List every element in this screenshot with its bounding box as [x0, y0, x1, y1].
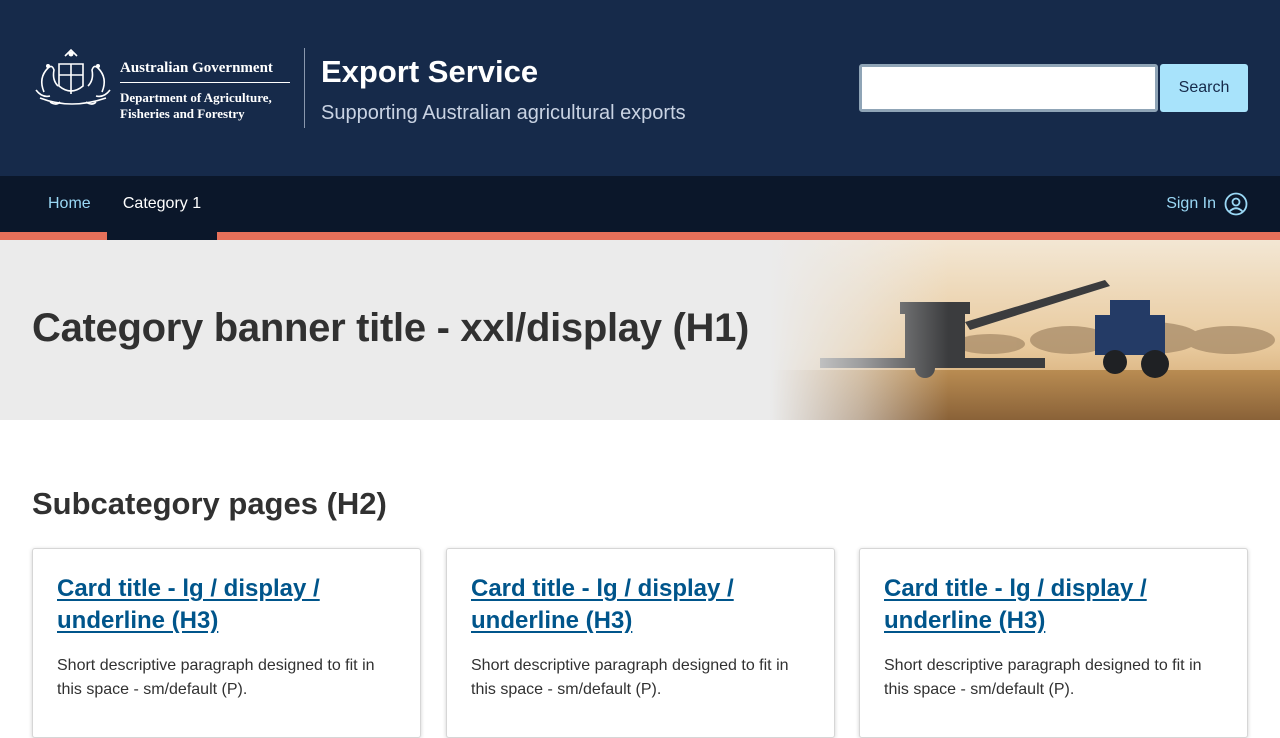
subcategory-card[interactable]: Card title - lg / display / underline (H…	[859, 548, 1248, 738]
category-banner: Category banner title - xxl/display (H1)	[0, 240, 1280, 420]
search-input[interactable]	[859, 64, 1158, 112]
site-header: Australian Government Department of Agri…	[0, 0, 1280, 176]
government-branding[interactable]: Australian Government Department of Agri…	[120, 60, 290, 122]
department-name: Department of Agriculture, Fisheries and…	[120, 90, 290, 122]
user-circle-icon	[1224, 192, 1248, 216]
nav-item-category-1[interactable]: Category 1	[107, 176, 217, 240]
banner-title: Category banner title - xxl/display (H1)	[32, 306, 750, 350]
harvester-banner-image	[770, 240, 1280, 420]
service-subtitle: Supporting Australian agricultural expor…	[321, 102, 686, 124]
card-description: Short descriptive paragraph designed to …	[471, 657, 789, 698]
coat-of-arms-icon	[35, 48, 111, 105]
department-line-1: Department of Agriculture,	[120, 90, 272, 105]
service-title[interactable]: Export Service	[321, 54, 538, 90]
subcategory-card[interactable]: Card title - lg / display / underline (H…	[446, 548, 835, 738]
subcategory-card[interactable]: Card title - lg / display / underline (H…	[32, 548, 421, 738]
header-divider	[304, 48, 305, 128]
card-title-link[interactable]: Card title - lg / display / underline (H…	[884, 573, 1223, 637]
sign-in-label: Sign In	[1166, 195, 1216, 212]
government-name: Australian Government	[120, 60, 290, 83]
card-description: Short descriptive paragraph designed to …	[57, 657, 375, 698]
card-description: Short descriptive paragraph designed to …	[884, 657, 1202, 698]
card-title-link[interactable]: Card title - lg / display / underline (H…	[471, 573, 810, 637]
department-line-2: Fisheries and Forestry	[120, 106, 245, 121]
sign-in-link[interactable]: Sign In	[1166, 176, 1248, 232]
search-button[interactable]: Search	[1160, 64, 1248, 112]
section-heading: Subcategory pages (H2)	[32, 486, 387, 521]
card-title-link[interactable]: Card title - lg / display / underline (H…	[57, 573, 396, 637]
nav-item-home[interactable]: Home	[32, 176, 107, 232]
